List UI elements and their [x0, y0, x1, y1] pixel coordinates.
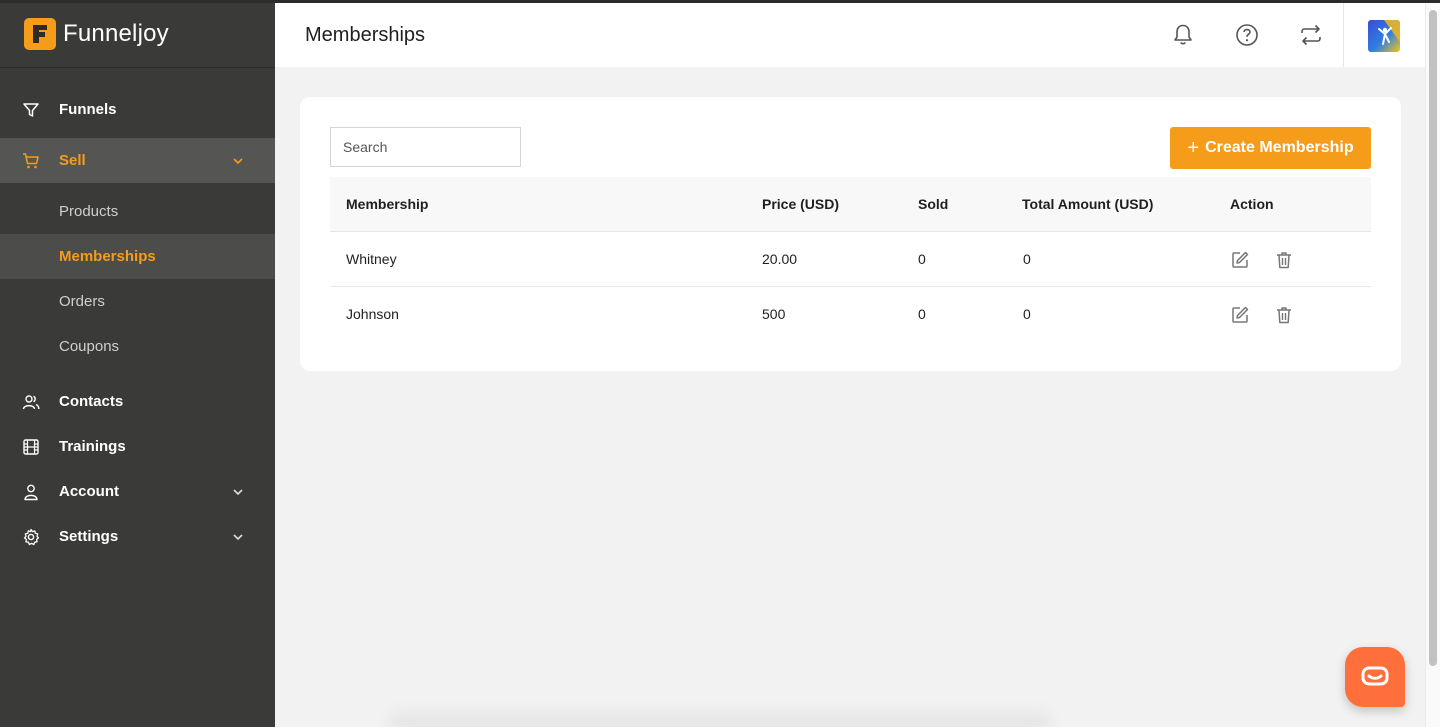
cell-total-amount: 0 — [1023, 251, 1031, 267]
sidebar-item-trainings[interactable]: Trainings — [0, 424, 275, 469]
search-input[interactable] — [330, 127, 521, 167]
chat-launcher-button[interactable] — [1345, 647, 1405, 707]
film-icon — [23, 439, 39, 455]
table-row[interactable]: Johnson 500 0 0 — [330, 287, 1371, 342]
funneljoy-logo-icon — [24, 17, 56, 50]
sidebar-nav: Funnels Sell Products Memberships Orders… — [0, 87, 275, 559]
cell-membership: Whitney — [346, 251, 397, 267]
scrollbar-thumb[interactable] — [1429, 10, 1437, 666]
gear-icon — [23, 528, 40, 546]
sidebar-item-label: Contacts — [59, 393, 124, 410]
users-icon — [22, 395, 40, 410]
sidebar-item-label: Settings — [59, 528, 119, 545]
chevron-down-icon — [233, 489, 243, 496]
cell-sold: 0 — [918, 251, 926, 267]
sidebar-item-sell[interactable]: Sell — [0, 138, 275, 183]
sidebar-subitem-products[interactable]: Products — [0, 189, 275, 234]
column-header-action: Action — [1230, 196, 1274, 212]
avatar-icon — [1368, 20, 1400, 52]
page-title: Memberships — [305, 24, 426, 46]
brand-name: Funneljoy — [63, 19, 169, 47]
brand[interactable]: Funneljoy — [0, 0, 275, 68]
switch-icon[interactable] — [1298, 22, 1324, 48]
top-header: Memberships — [275, 3, 1425, 67]
avatar[interactable] — [1368, 20, 1400, 52]
sidebar-item-label: Account — [59, 483, 119, 500]
trash-icon[interactable] — [1274, 250, 1294, 270]
sidebar-item-contacts[interactable]: Contacts — [0, 379, 275, 424]
sidebar-subitem-orders[interactable]: Orders — [0, 279, 275, 324]
edit-icon[interactable] — [1230, 305, 1250, 325]
header-divider — [1343, 3, 1344, 67]
sidebar-item-account[interactable]: Account — [0, 469, 275, 514]
memberships-card: + Create Membership Membership Price (US… — [300, 97, 1401, 371]
cell-total-amount: 0 — [1023, 306, 1031, 322]
chevron-down-icon — [233, 534, 243, 541]
sidebar: Funneljoy Funnels Sell Products Membersh… — [0, 0, 275, 727]
plus-icon: + — [1187, 137, 1200, 159]
create-membership-label: Create Membership — [1205, 139, 1354, 156]
edit-icon[interactable] — [1230, 250, 1250, 270]
cart-icon — [23, 153, 39, 169]
cell-price: 20.00 — [762, 251, 798, 267]
bell-icon[interactable] — [1170, 22, 1196, 48]
sidebar-item-label: Trainings — [59, 438, 126, 455]
user-icon — [24, 484, 38, 501]
sidebar-subitem-coupons[interactable]: Coupons — [0, 324, 275, 369]
cell-membership: Johnson — [346, 306, 399, 322]
bottom-shadow — [390, 712, 1050, 727]
create-membership-button[interactable]: + Create Membership — [1170, 127, 1371, 169]
sidebar-subitem-label: Orders — [59, 293, 105, 310]
sidebar-item-funnels[interactable]: Funnels — [0, 87, 275, 132]
column-header-total-amount[interactable]: Total Amount (USD) — [1022, 196, 1153, 212]
memberships-table: Membership Price (USD) Sold Total Amount… — [330, 177, 1371, 342]
chevron-down-icon — [233, 158, 243, 165]
chat-icon — [1361, 666, 1389, 686]
sidebar-item-label: Funnels — [59, 101, 117, 118]
help-icon[interactable] — [1234, 22, 1260, 48]
column-header-price[interactable]: Price (USD) — [762, 196, 839, 212]
sidebar-item-label: Sell — [59, 152, 86, 169]
funnel-icon — [23, 103, 39, 117]
table-row[interactable]: Whitney 20.00 0 0 — [330, 232, 1371, 287]
column-header-sold[interactable]: Sold — [918, 196, 948, 212]
cell-sold: 0 — [918, 306, 926, 322]
window-top-border — [0, 0, 1440, 3]
sidebar-subitem-label: Products — [59, 203, 119, 220]
column-header-membership[interactable]: Membership — [346, 196, 428, 212]
sidebar-subitem-memberships[interactable]: Memberships — [0, 234, 275, 279]
sidebar-item-settings[interactable]: Settings — [0, 514, 275, 559]
trash-icon[interactable] — [1274, 305, 1294, 325]
table-header: Membership Price (USD) Sold Total Amount… — [330, 177, 1371, 232]
cell-price: 500 — [762, 306, 786, 322]
sidebar-subitem-label: Memberships — [59, 248, 156, 265]
sidebar-subitem-label: Coupons — [59, 338, 120, 355]
